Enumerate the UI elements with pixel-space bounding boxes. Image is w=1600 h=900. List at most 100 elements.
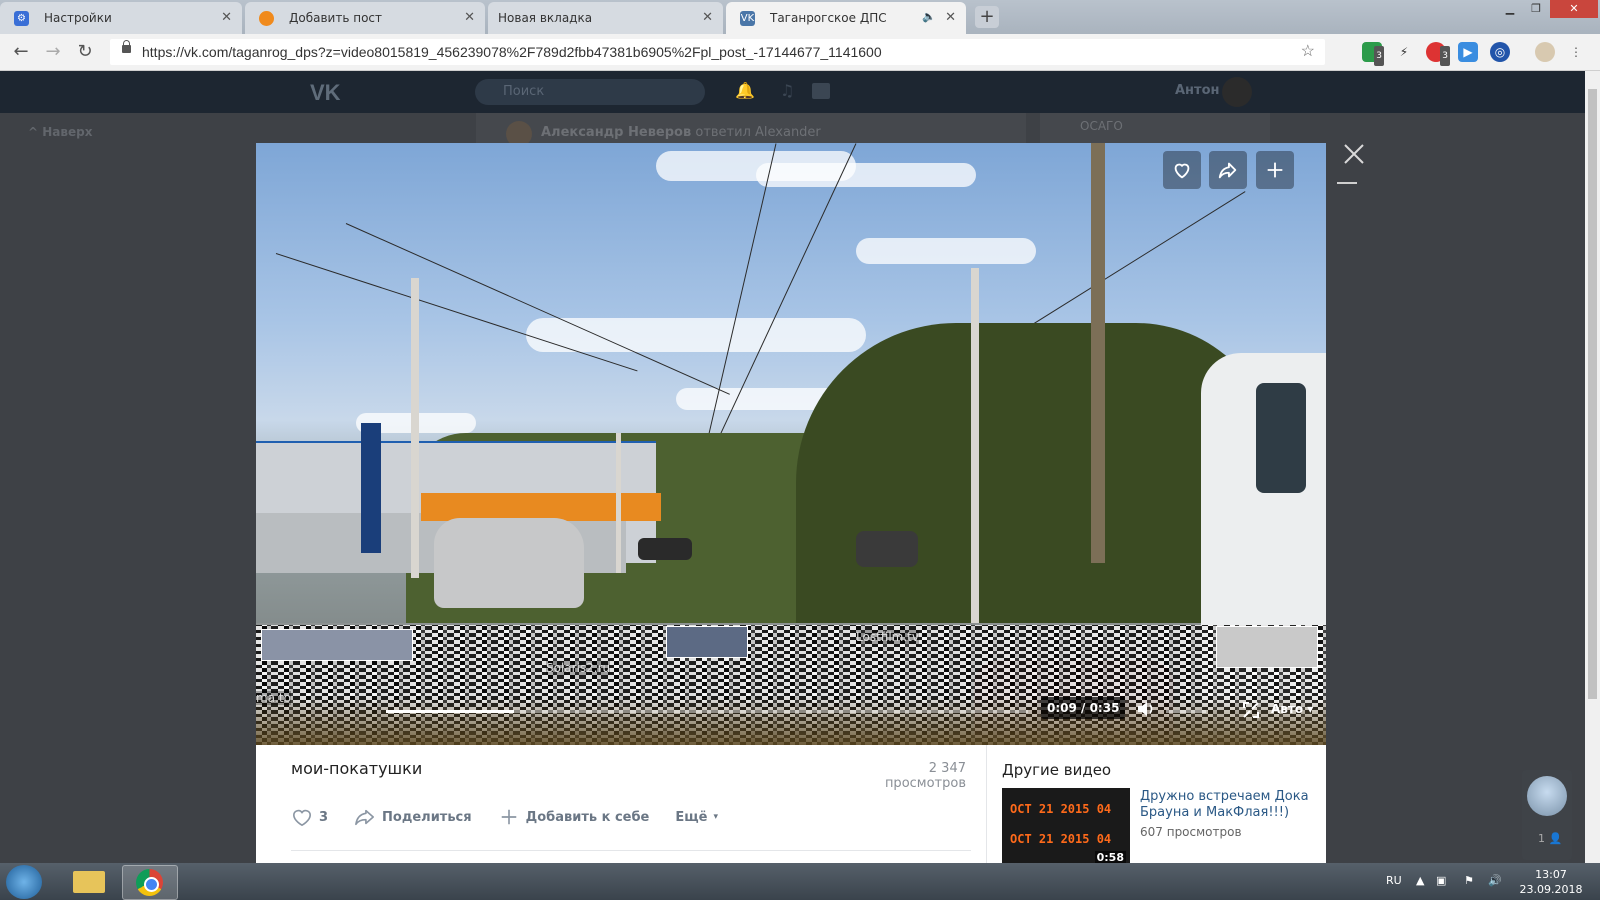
divider [291, 850, 971, 851]
share-video-button[interactable] [1209, 151, 1247, 189]
minimize-player-button[interactable] [1337, 182, 1357, 184]
tab-strip: ⚙ Настройки ✕ Добавить пост ✕ Новая вкла… [0, 0, 1600, 34]
share-icon [355, 809, 375, 826]
tab-label: Настройки [44, 11, 112, 25]
vk-user-name[interactable]: Антон [1175, 83, 1220, 98]
close-tab-icon[interactable]: ✕ [702, 10, 713, 25]
close-window-button[interactable]: ✕ [1550, 0, 1598, 18]
side-item-label[interactable]: ОСАГО [1080, 119, 1123, 133]
like-count: 3 [319, 809, 329, 825]
scroll-up-link[interactable]: ^ Наверх [28, 125, 92, 139]
vk-icon: VK [740, 11, 755, 26]
tab-label: Таганрогское ДПС [770, 11, 887, 25]
maximize-button[interactable]: ❐ [1524, 0, 1548, 18]
menu-icon[interactable]: ⋮ [1566, 42, 1586, 62]
tab-add-post[interactable]: Добавить пост ✕ [245, 2, 485, 34]
lock-icon [122, 40, 131, 53]
opera-vpn-icon[interactable]: 3 [1426, 42, 1450, 66]
profile-avatar[interactable] [1535, 42, 1555, 62]
add-label: Добавить к себе [525, 809, 650, 825]
back-icon[interactable]: ← [10, 41, 32, 63]
search-placeholder: Поиск [503, 84, 545, 99]
network-icon[interactable]: ▣ [1436, 874, 1446, 887]
scrollbar-thumb[interactable] [1588, 89, 1597, 699]
like-video-button[interactable] [1163, 151, 1201, 189]
video-controls: 0:09 / 0:35 Авто ▾ [256, 696, 1326, 745]
avatar [1527, 776, 1567, 816]
tray-arrow-icon[interactable]: ▲ [1416, 874, 1424, 887]
tab-new-tab[interactable]: Новая вкладка ✕ [488, 2, 723, 34]
extension-shield-icon[interactable]: 3 [1362, 42, 1384, 66]
plus-icon [501, 809, 516, 825]
share-icon [1218, 162, 1237, 179]
speaker-icon[interactable]: 🔈 [922, 10, 936, 23]
video-modal: Lostfilm.tv Solaris2.ru ma.to 0:09 / 0:3… [256, 143, 1326, 863]
recommended-video-views: 607 просмотров [1140, 825, 1242, 839]
glitch-text: Solaris2.ru [546, 661, 611, 675]
glitch-text: Lostfilm.tv [856, 630, 919, 644]
orange-ball-icon [259, 11, 274, 26]
video-info: мои-покатушки 2 347 просмотров 3 Поделит… [256, 745, 1326, 863]
chat-widget[interactable]: 1 👤 [1522, 770, 1572, 860]
lightning-icon[interactable]: ⚡ [1394, 42, 1414, 62]
video-views: 2 347 просмотров [884, 761, 966, 791]
speaker-icon[interactable]: 🔊 [1488, 874, 1502, 887]
video-thumbnail[interactable]: OCT 21 2015 04 OCT 21 2015 04 0:58 [1002, 788, 1130, 863]
share-button[interactable]: Поделиться [354, 807, 472, 827]
other-videos-heading: Другие видео [1002, 761, 1112, 779]
taskbar: RU ▲ ▣ ⚑ 🔊 13:07 23.09.2018 [0, 863, 1600, 900]
address-bar[interactable]: https://vk.com/taganrog_dps?z=video80158… [110, 39, 1325, 65]
feed-item: Александр Неверов ответил Alexander [541, 125, 821, 140]
recommended-video-title[interactable]: Дружно встречаем Дока Брауна и МакФлая!!… [1140, 789, 1310, 821]
bell-icon[interactable]: 🔔 [735, 81, 755, 100]
page-scrollbar[interactable] [1585, 71, 1600, 863]
minimize-button[interactable]: ▁ [1498, 0, 1522, 18]
video-progress-bar[interactable] [386, 710, 1028, 713]
forward-icon[interactable]: → [42, 41, 64, 63]
start-button[interactable] [6, 865, 42, 899]
vk-search-input[interactable]: Поиск [475, 79, 705, 105]
music-icon[interactable]: ♫ [780, 81, 794, 100]
new-tab-button[interactable]: + [975, 6, 999, 28]
tab-taganrog-dps[interactable]: VK Таганрогское ДПС 🔈 ✕ [726, 2, 966, 34]
video-duration: 0:58 [1094, 851, 1126, 863]
tab-label: Добавить пост [289, 11, 382, 25]
chat-count: 1 👤 [1538, 832, 1563, 845]
cast-icon[interactable]: ▶ [1458, 42, 1478, 62]
video-icon[interactable] [812, 83, 830, 99]
video-time: 0:09 / 0:35 [1041, 697, 1126, 719]
user-avatar[interactable] [1222, 77, 1252, 107]
tab-label: Новая вкладка [498, 11, 593, 25]
video-player[interactable]: Lostfilm.tv Solaris2.ru ma.to 0:09 / 0:3… [256, 143, 1326, 745]
add-to-my-videos-button[interactable]: Добавить к себе [498, 807, 650, 827]
url-text: https://vk.com/taganrog_dps?z=video80158… [142, 44, 882, 60]
quality-selector[interactable]: Авто ▾ [1271, 702, 1313, 716]
more-button[interactable]: Ещё ▾ [675, 810, 718, 825]
language-indicator[interactable]: RU [1386, 874, 1402, 887]
other-videos-panel: Другие видео OCT 21 2015 04 OCT 21 2015 … [986, 745, 1326, 863]
globe-icon[interactable]: ◎ [1490, 42, 1510, 62]
heart-icon [1174, 163, 1190, 179]
flag-icon[interactable]: ⚑ [1464, 874, 1474, 887]
clock[interactable]: 13:07 23.09.2018 [1516, 867, 1586, 897]
close-tab-icon[interactable]: ✕ [221, 10, 232, 25]
volume-slider[interactable] [1166, 710, 1206, 713]
tab-settings[interactable]: ⚙ Настройки ✕ [0, 2, 242, 34]
browser-toolbar: ← → ↻ https://vk.com/taganrog_dps?z=vide… [0, 34, 1600, 71]
vk-header: VK Поиск 🔔 ♫ Антон [0, 71, 1585, 113]
video-title: мои-покатушки [291, 759, 423, 778]
vk-logo[interactable]: VK [310, 80, 341, 106]
chrome-taskbar-icon[interactable] [122, 865, 178, 900]
bookmark-star-icon[interactable]: ☆ [1301, 39, 1315, 65]
explorer-taskbar-icon[interactable] [62, 865, 116, 898]
more-label: Ещё [675, 809, 708, 825]
close-tab-icon[interactable]: ✕ [945, 10, 956, 25]
add-video-button[interactable] [1256, 151, 1294, 189]
volume-icon[interactable] [1136, 700, 1156, 718]
like-button[interactable]: 3 [291, 807, 328, 827]
reload-icon[interactable]: ↻ [74, 41, 96, 63]
close-tab-icon[interactable]: ✕ [464, 10, 475, 25]
plus-icon [1267, 162, 1283, 178]
fullscreen-icon[interactable] [1241, 700, 1261, 720]
close-icon[interactable] [1342, 142, 1366, 166]
